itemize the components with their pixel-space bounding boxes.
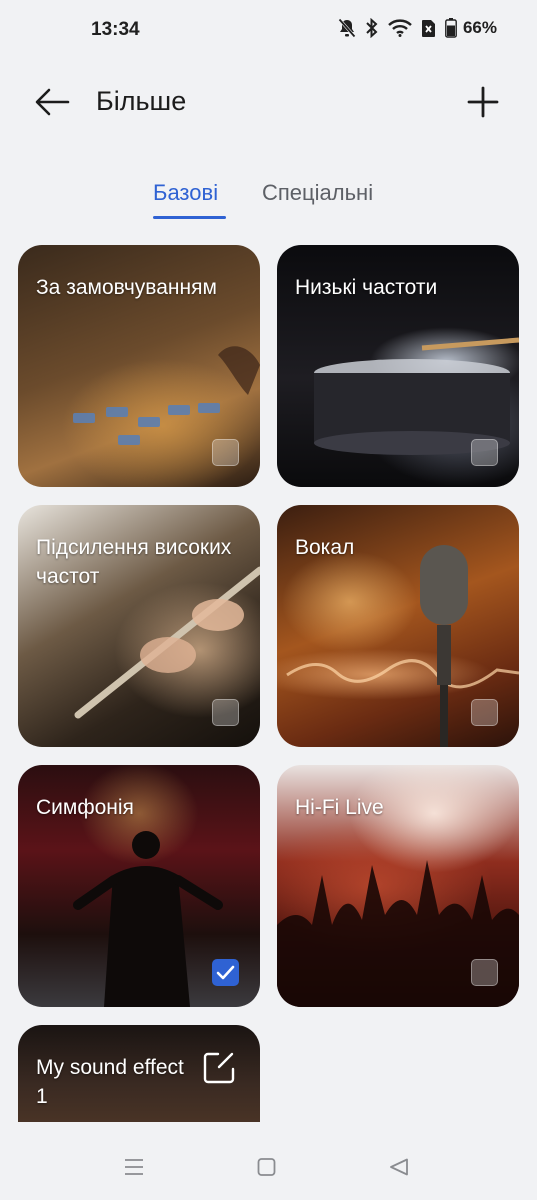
status-bar: 13:34 66%: [0, 0, 537, 60]
sim-icon: [421, 19, 435, 37]
preset-card-vocal[interactable]: Вокал: [277, 505, 519, 747]
preset-card-custom[interactable]: My sound effect 1: [18, 1025, 260, 1125]
preset-checkbox[interactable]: [212, 699, 239, 726]
tab-special[interactable]: Спеціальні: [262, 180, 373, 206]
preset-card-symphony[interactable]: Симфонія: [18, 765, 260, 1007]
preset-label: Підсилення високих частот: [36, 536, 232, 588]
preset-card-treble[interactable]: Підсилення високих частот: [18, 505, 260, 747]
battery-percentage: 66%: [462, 18, 497, 37]
preset-label: Низькі частоти: [295, 276, 438, 299]
menu-icon[interactable]: [124, 1158, 144, 1176]
back-button[interactable]: [32, 82, 72, 122]
preset-label: Вокал: [295, 536, 355, 559]
home-icon[interactable]: [257, 1158, 276, 1176]
plus-icon: [467, 86, 499, 118]
battery-icon: [445, 18, 457, 38]
preset-label: Hi-Fi Live: [295, 796, 384, 819]
mute-icon: [338, 18, 356, 38]
preset-checkbox-checked[interactable]: [212, 959, 239, 986]
preset-label: Симфонія: [36, 796, 134, 819]
preset-checkbox[interactable]: [471, 699, 498, 726]
preset-card-bass[interactable]: Низькі частоти: [277, 245, 519, 487]
preset-card-default[interactable]: За замовчуванням: [18, 245, 260, 487]
back-icon[interactable]: [389, 1158, 409, 1176]
preset-checkbox[interactable]: [471, 439, 498, 466]
tab-basic[interactable]: Базові: [153, 180, 218, 206]
back-arrow-icon: [35, 88, 70, 116]
bluetooth-icon: [366, 18, 378, 38]
edit-icon[interactable]: [202, 1051, 236, 1085]
system-navigation-bar: [0, 1122, 537, 1200]
preset-card-hifi-live[interactable]: Hi-Fi Live: [277, 765, 519, 1007]
preset-label: My sound effect 1: [36, 1056, 184, 1108]
status-time: 13:34: [91, 19, 140, 40]
active-tab-indicator: [153, 216, 226, 219]
page-title: Більше: [96, 86, 187, 116]
add-button[interactable]: [463, 82, 503, 122]
status-icons: 66%: [338, 18, 497, 38]
wifi-icon: [388, 19, 412, 37]
preset-checkbox[interactable]: [471, 959, 498, 986]
preset-label: За замовчуванням: [36, 276, 217, 299]
preset-checkbox[interactable]: [212, 439, 239, 466]
checkmark-icon: [216, 965, 235, 980]
